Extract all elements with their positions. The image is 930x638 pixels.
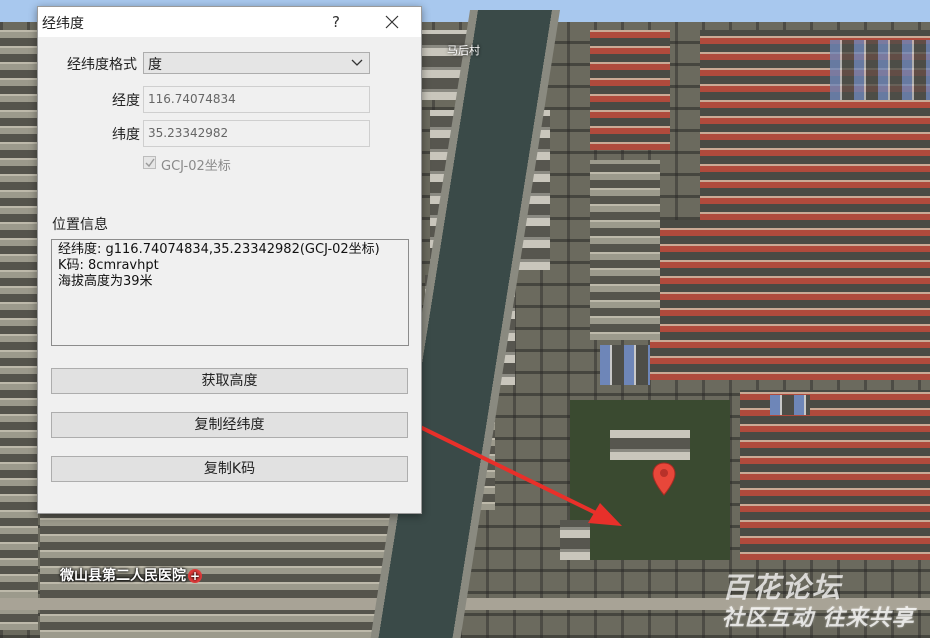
location-info-label: 位置信息 (52, 217, 108, 233)
building (0, 30, 38, 630)
help-button[interactable]: ? (326, 11, 346, 33)
building (830, 40, 930, 100)
location-pin-icon[interactable] (652, 462, 676, 496)
coordinates-dialog: 经纬度 ? 经纬度格式 度 经度 116.74074834 纬度 35.2334… (37, 6, 422, 514)
building (740, 390, 930, 560)
close-icon (385, 15, 399, 29)
watermark-subtitle: 社区互动 往来共享 (722, 606, 915, 631)
village-label: 马后村 (447, 44, 480, 57)
location-coords-line: 经纬度: g116.74074834,35.23342982(GCJ-02坐标) (58, 242, 380, 257)
location-info-text[interactable]: 经纬度: g116.74074834,35.23342982(GCJ-02坐标)… (51, 239, 409, 346)
copy-kcode-button[interactable]: 复制K码 (51, 456, 408, 482)
location-kcode-line: K码: 8cmravhpt (58, 258, 159, 273)
building (590, 30, 670, 150)
title-bar[interactable]: 经纬度 ? (38, 7, 421, 37)
longitude-field[interactable]: 116.74074834 (143, 86, 370, 113)
checkmark-icon (145, 158, 155, 168)
format-label: 经纬度格式 (67, 57, 137, 73)
hospital-icon: + (188, 569, 202, 583)
latitude-label: 纬度 (112, 127, 140, 143)
location-altitude-line: 海拔高度为39米 (58, 274, 153, 289)
building (600, 345, 650, 385)
copy-coordinates-button[interactable]: 复制经纬度 (51, 412, 408, 438)
watermark: 百花论坛 社区互动 往来共享 (722, 566, 915, 632)
gcj-checkbox-label: GCJ-02坐标 (161, 159, 231, 174)
hospital-label[interactable]: 微山县第二人民医院 + (60, 565, 202, 585)
close-button[interactable] (378, 9, 406, 35)
latitude-field[interactable]: 35.23342982 (143, 120, 370, 147)
courtyard (570, 400, 730, 560)
building (590, 160, 660, 340)
building (770, 395, 810, 415)
hospital-name: 微山县第二人民医院 (60, 568, 186, 584)
building (560, 520, 590, 560)
building (610, 430, 690, 460)
format-select[interactable]: 度 (143, 52, 370, 74)
building (650, 220, 930, 380)
get-height-button[interactable]: 获取高度 (51, 368, 408, 394)
chevron-down-icon (351, 59, 363, 66)
gcj-checkbox[interactable] (143, 156, 156, 169)
dialog-title: 经纬度 (42, 16, 84, 32)
format-select-value: 度 (148, 57, 162, 73)
longitude-label: 经度 (112, 93, 140, 109)
